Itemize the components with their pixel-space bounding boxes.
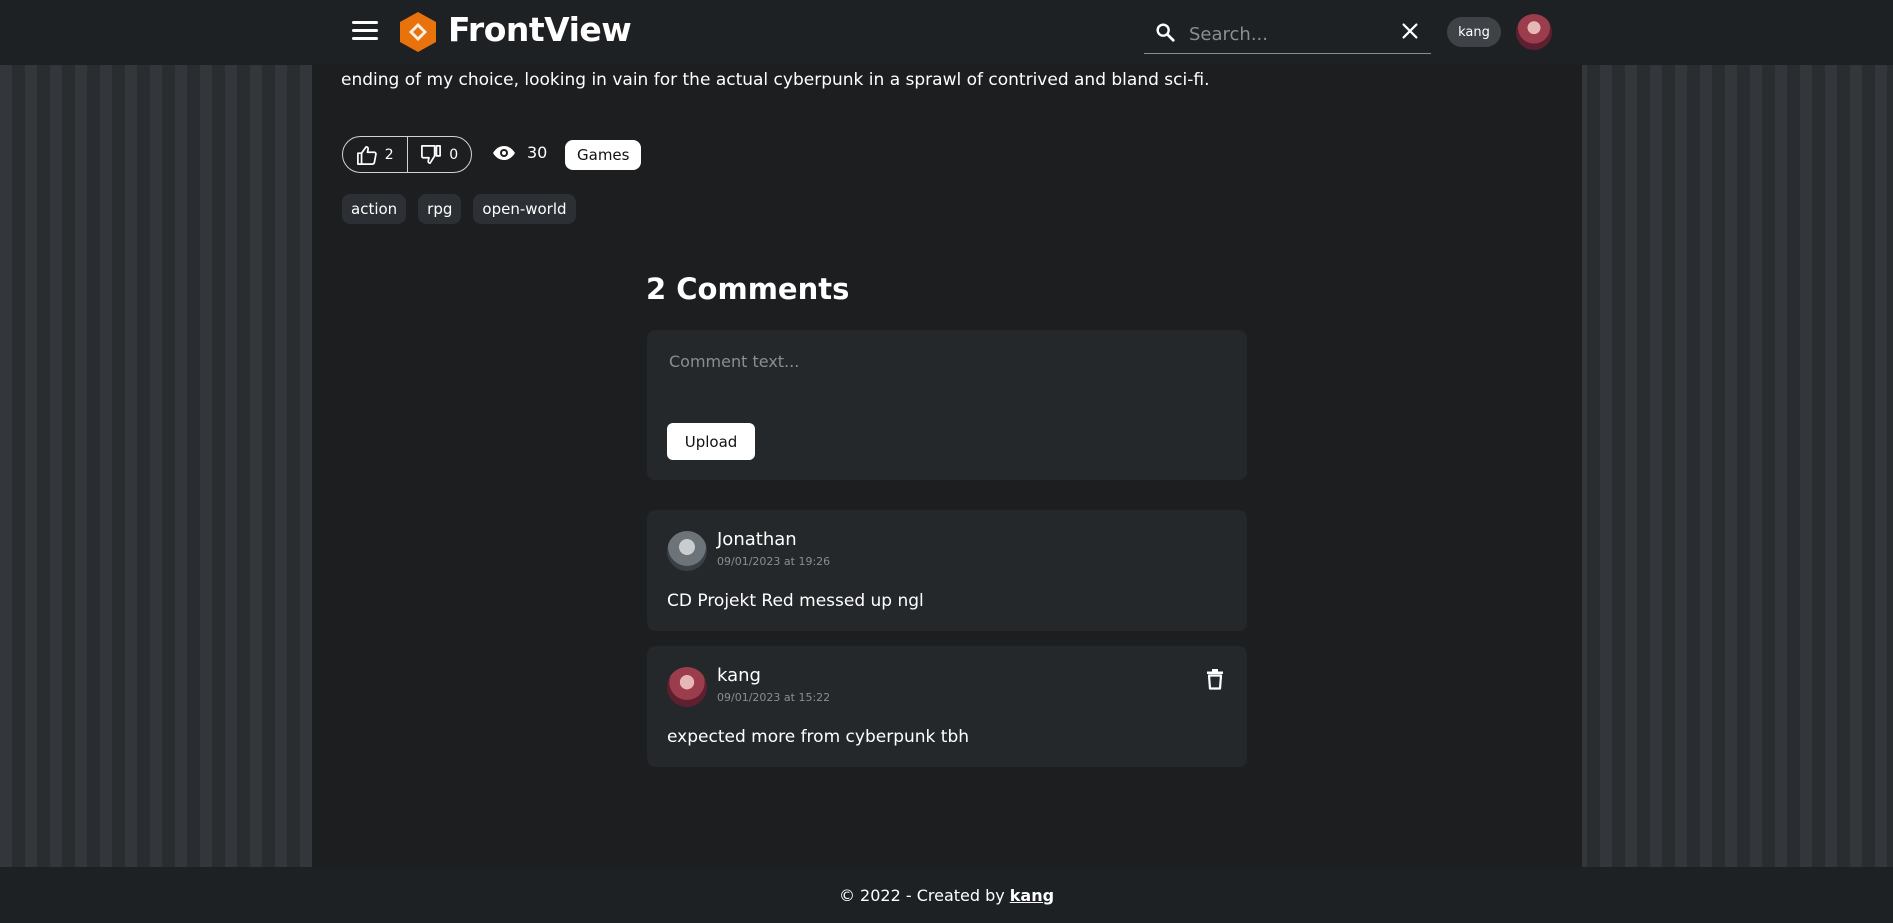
comment-card: kang 09/01/2023 at 15:22 expected more f… — [647, 646, 1247, 767]
close-icon[interactable] — [1399, 20, 1421, 42]
tag-list: action rpg open-world — [342, 194, 576, 224]
comment-author[interactable]: kang — [717, 665, 761, 686]
eye-icon — [493, 145, 515, 160]
vote-group: 2 0 — [342, 136, 472, 173]
tag-action[interactable]: action — [342, 194, 407, 224]
dislike-count: 0 — [449, 146, 459, 163]
post-text: ending of my choice, looking in vain for… — [341, 70, 1210, 90]
comment-input[interactable] — [667, 350, 1231, 394]
view-counter: 30 — [492, 143, 547, 162]
comment-date: 09/01/2023 at 15:22 — [717, 691, 831, 704]
menu-icon[interactable] — [352, 21, 378, 43]
avatar[interactable] — [667, 667, 707, 707]
like-count: 2 — [384, 146, 394, 163]
comment-text: CD Projekt Red messed up ngl — [667, 591, 924, 611]
like-button[interactable]: 2 — [343, 137, 407, 172]
comments-title: 2 Comments — [646, 272, 850, 306]
search-icon[interactable] — [1154, 21, 1176, 43]
comment-card: Jonathan 09/01/2023 at 19:26 CD Projekt … — [647, 510, 1247, 631]
footer-text-wrap: © 2022 - Created by kang — [839, 886, 1054, 905]
footer-copyright: © 2022 - Created by — [838, 885, 1005, 905]
thumb-down-icon — [421, 144, 442, 164]
upload-button[interactable]: Upload — [667, 423, 755, 460]
thumb-up-icon — [356, 145, 377, 165]
tag-rpg[interactable]: rpg — [418, 194, 462, 224]
search-bar — [1144, 13, 1431, 54]
comment-date: 09/01/2023 at 19:26 — [717, 555, 831, 568]
header: FrontView kang — [0, 0, 1893, 65]
comment-form: Upload — [647, 330, 1247, 480]
footer-author-link[interactable]: kang — [1010, 886, 1054, 905]
footer: © 2022 - Created by kang — [0, 867, 1893, 923]
delete-icon[interactable] — [1205, 668, 1225, 690]
comment-text: expected more from cyberpunk tbh — [667, 727, 970, 747]
dislike-button[interactable]: 0 — [406, 137, 472, 172]
search-input[interactable] — [1187, 19, 1391, 49]
logo-icon[interactable] — [397, 11, 439, 53]
comment-author[interactable]: Jonathan — [717, 529, 797, 550]
tag-open-world[interactable]: open-world — [473, 194, 576, 224]
avatar[interactable] — [1516, 14, 1552, 50]
logo-text[interactable]: FrontView — [448, 10, 632, 49]
username-chip[interactable]: kang — [1447, 17, 1501, 47]
view-count: 30 — [527, 143, 548, 162]
avatar[interactable] — [667, 531, 707, 571]
category-badge[interactable]: Games — [565, 140, 642, 170]
